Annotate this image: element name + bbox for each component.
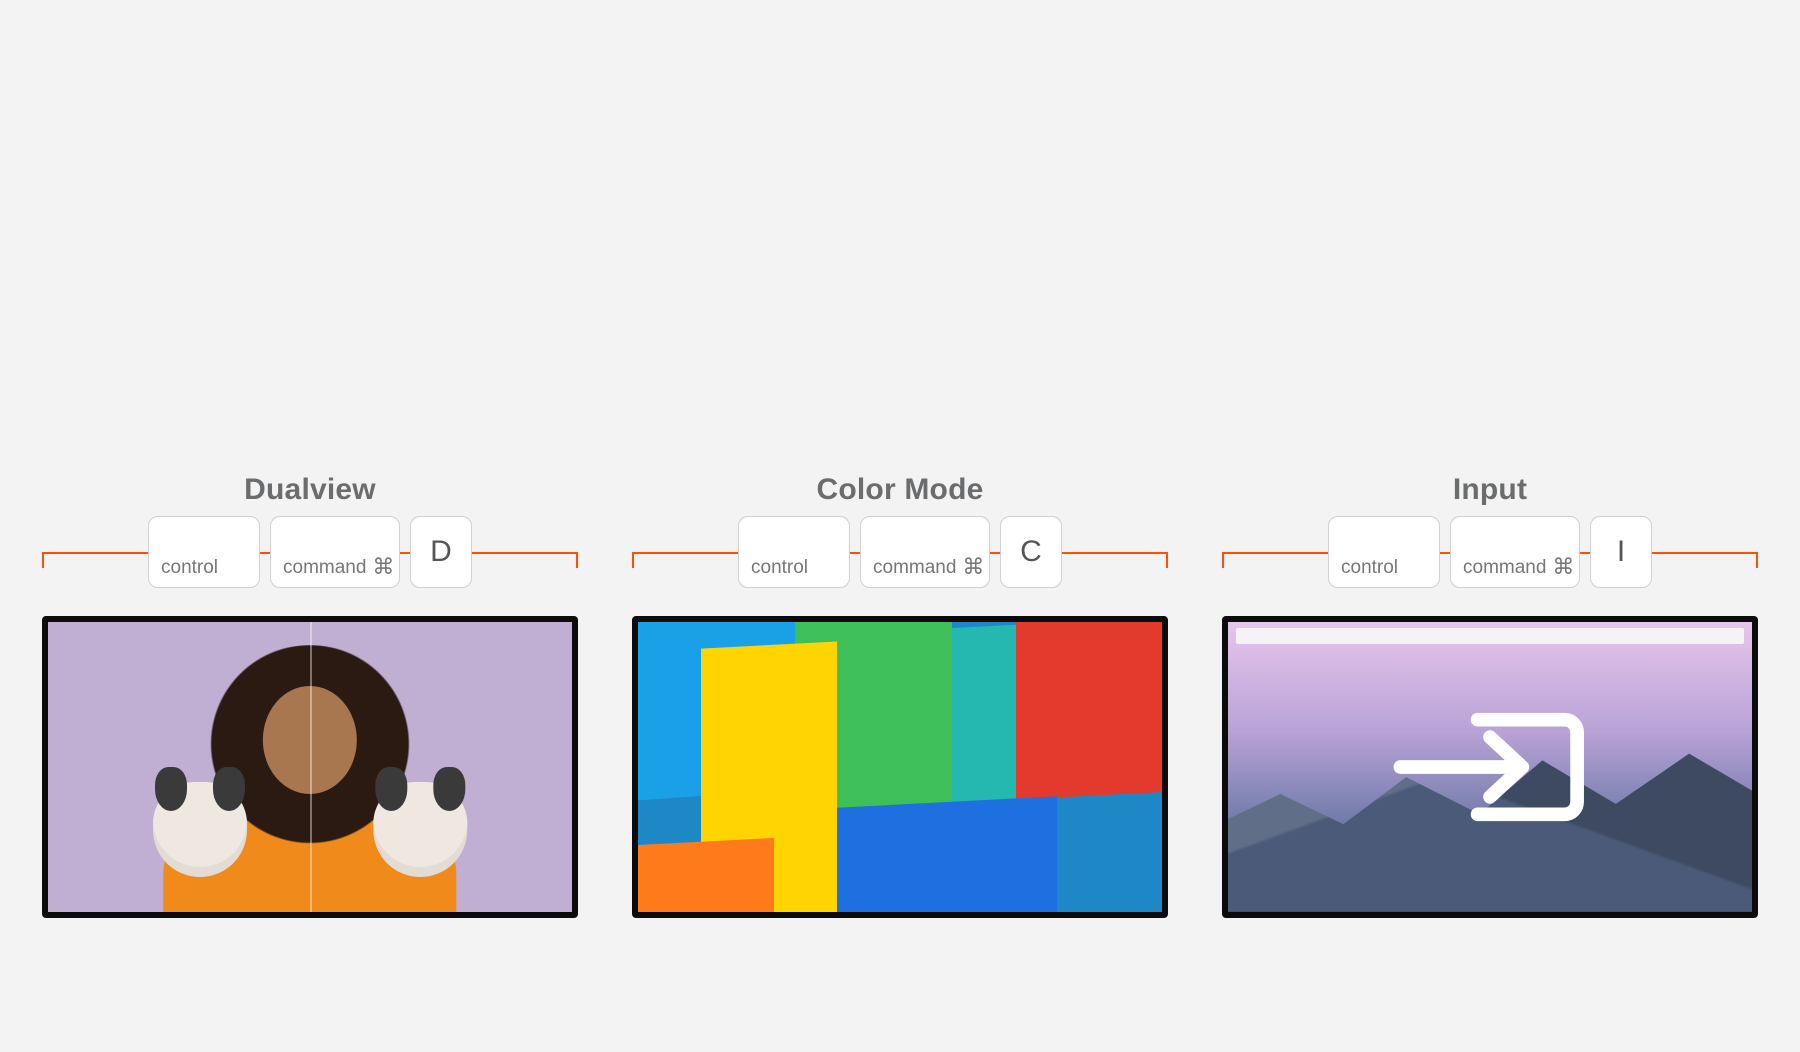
macos-menubar bbox=[1236, 628, 1744, 644]
shortcut-input: control command ⌘ I bbox=[1222, 516, 1758, 596]
shortcut-dualview: control command ⌘ D bbox=[42, 516, 578, 596]
key-label: control bbox=[1341, 557, 1398, 579]
monitor-dualview bbox=[42, 616, 578, 918]
panel-heading-input: Input bbox=[1222, 473, 1758, 507]
key-control: control bbox=[148, 516, 260, 588]
command-symbol-icon: ⌘ bbox=[372, 554, 394, 580]
monitor-colormode bbox=[632, 616, 1168, 918]
command-symbol-icon: ⌘ bbox=[1552, 554, 1574, 580]
key-label: D bbox=[430, 535, 452, 569]
key-command: command ⌘ bbox=[270, 516, 400, 588]
key-letter: D bbox=[410, 516, 472, 588]
key-label: C bbox=[1020, 535, 1042, 569]
key-label: command bbox=[1463, 557, 1546, 579]
key-label: I bbox=[1617, 535, 1625, 569]
monitor-input bbox=[1222, 616, 1758, 918]
key-letter: C bbox=[1000, 516, 1062, 588]
key-label: control bbox=[751, 557, 808, 579]
key-command: command ⌘ bbox=[860, 516, 990, 588]
command-symbol-icon: ⌘ bbox=[962, 554, 984, 580]
panel-heading-dualview: Dualview bbox=[42, 473, 578, 507]
input-arrow-icon bbox=[1390, 705, 1589, 829]
key-control: control bbox=[1328, 516, 1440, 588]
key-control: control bbox=[738, 516, 850, 588]
key-label: control bbox=[161, 557, 218, 579]
shortcut-colormode: control command ⌘ C bbox=[632, 516, 1168, 596]
key-label: command bbox=[283, 557, 366, 579]
panel-heading-colormode: Color Mode bbox=[632, 473, 1168, 507]
key-command: command ⌘ bbox=[1450, 516, 1580, 588]
key-label: command bbox=[873, 557, 956, 579]
key-letter: I bbox=[1590, 516, 1652, 588]
